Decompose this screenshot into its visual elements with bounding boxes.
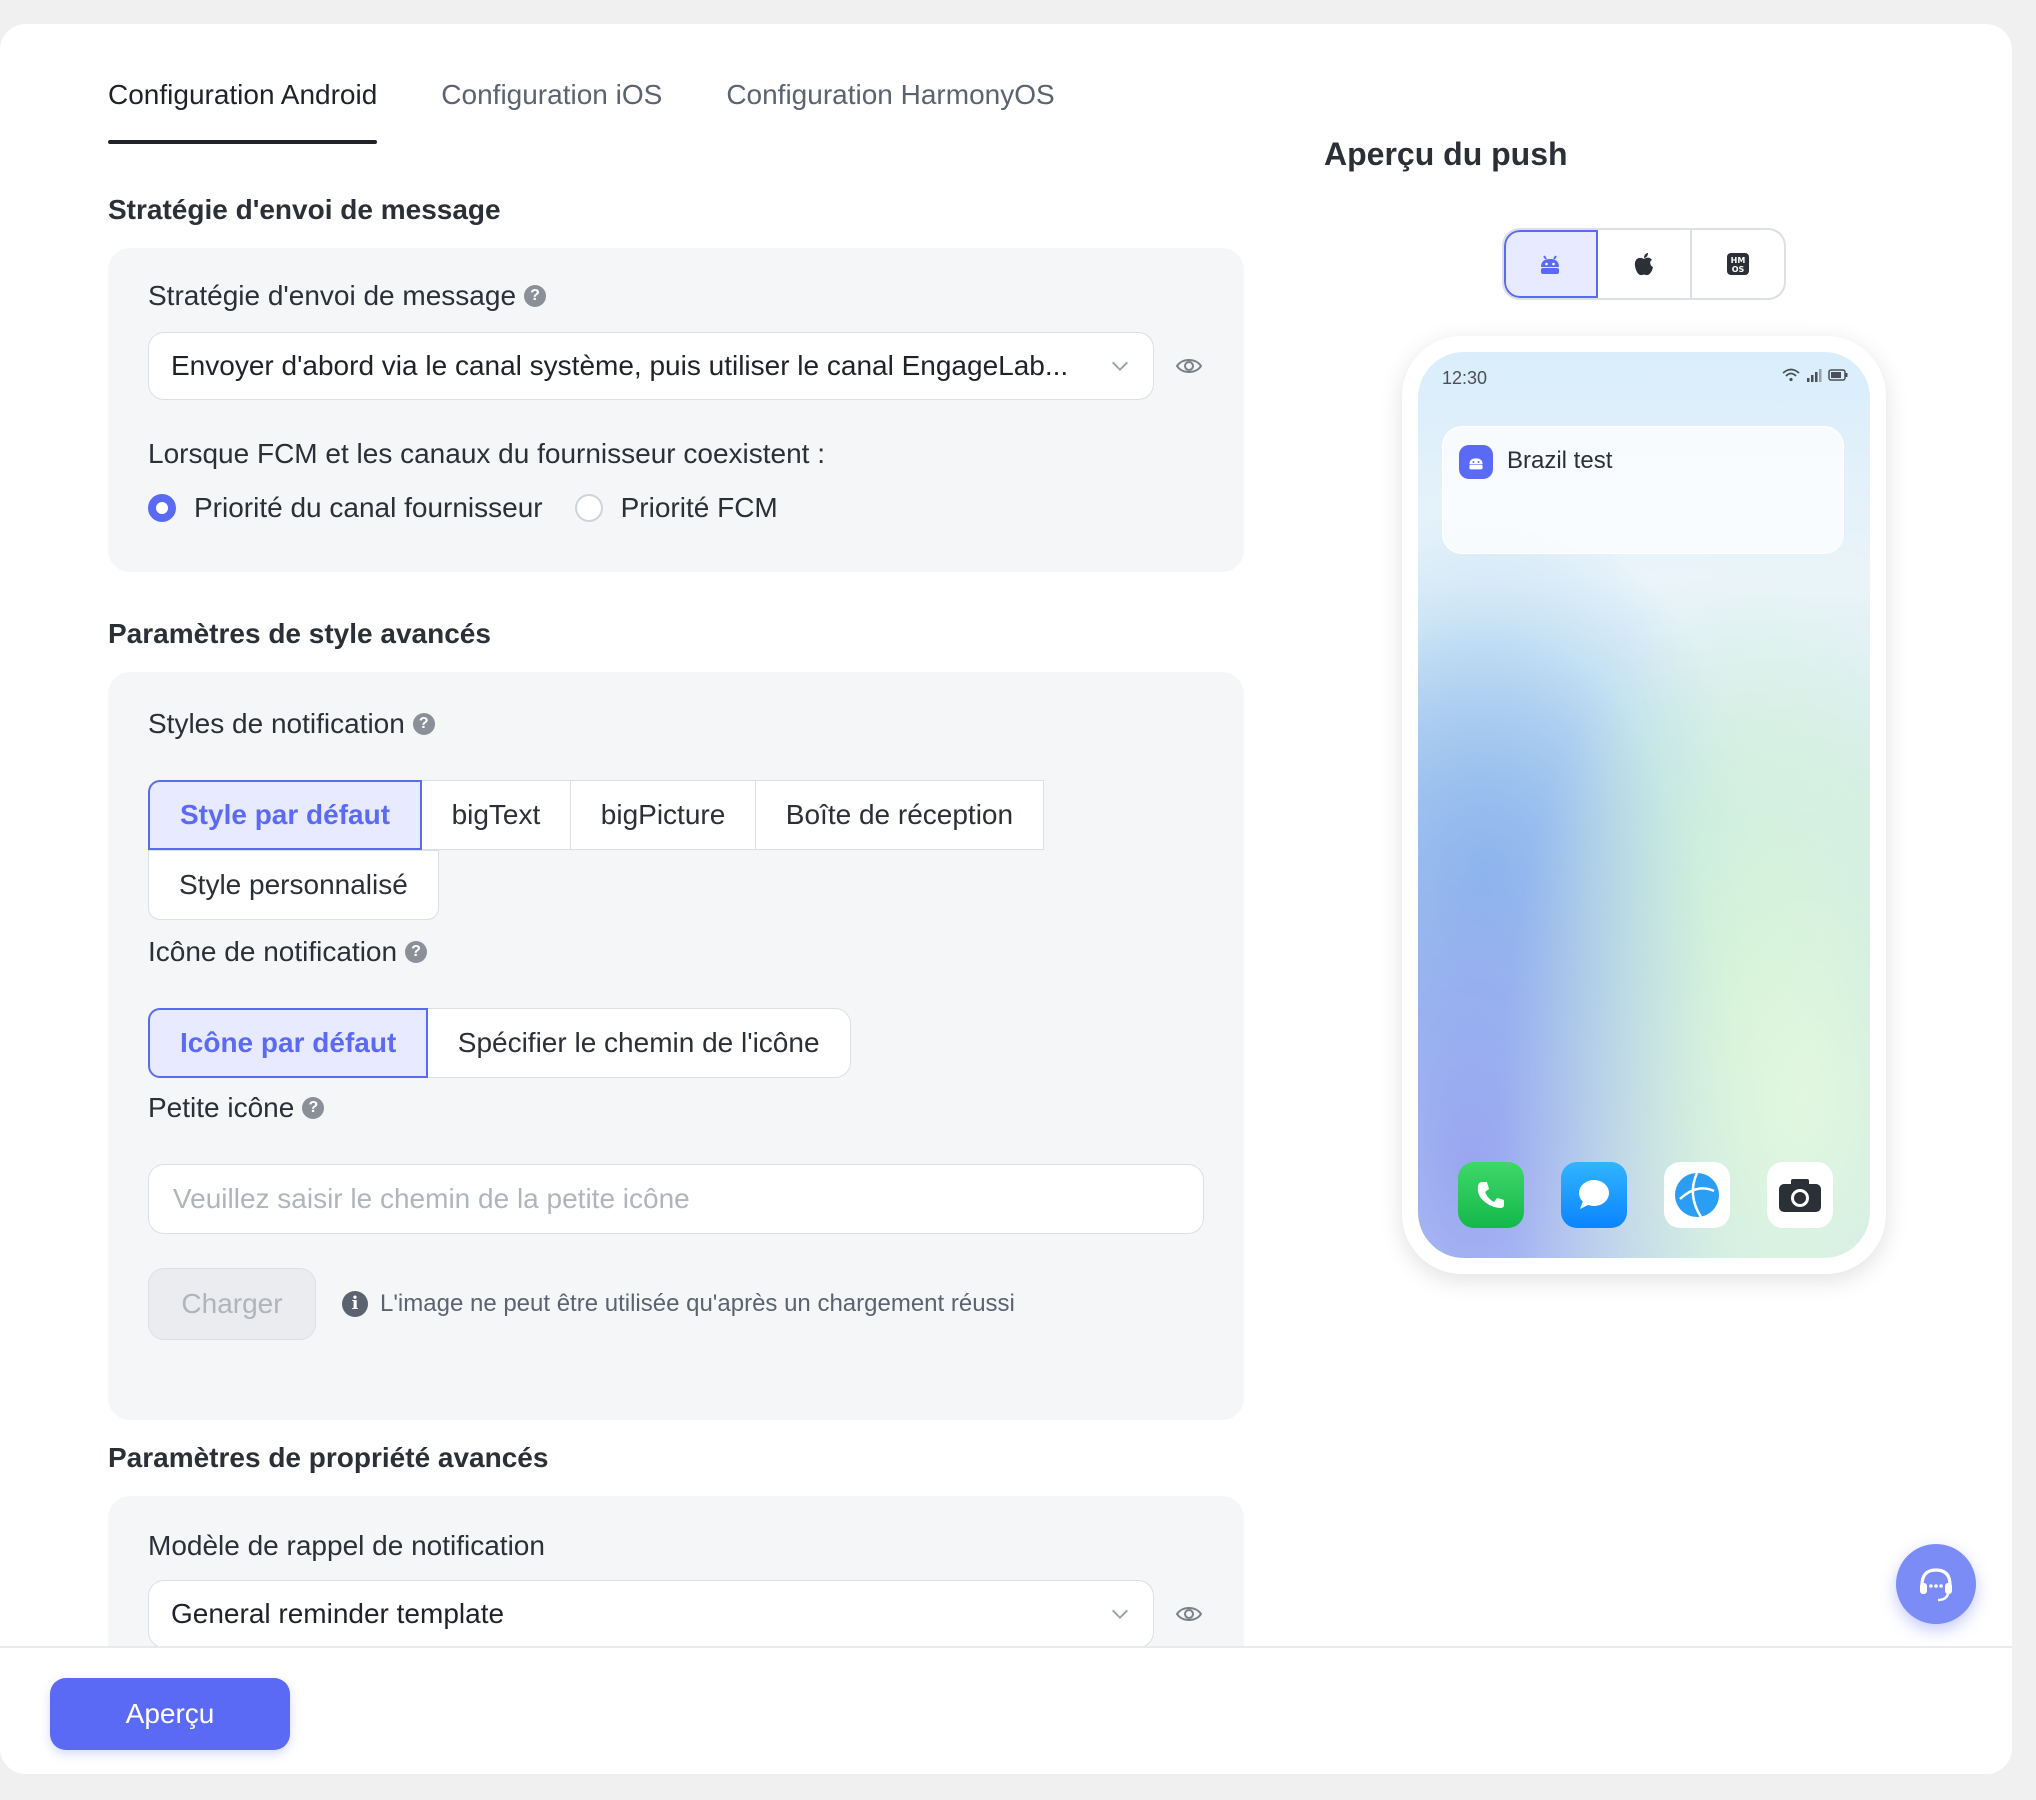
footer-bar — [0, 1648, 2012, 1774]
status-time: 12:30 — [1442, 368, 1488, 388]
small-icon-input[interactable]: Veuillez saisir le chemin de la petite i… — [148, 1164, 1204, 1234]
harmonyos-icon: HM OS — [1727, 253, 1749, 275]
property-section-title: Paramètres de propriété avancés — [108, 1442, 549, 1473]
support-button[interactable] — [1896, 1544, 1976, 1624]
notif-styles-label-text: Styles de notification — [148, 708, 405, 739]
tab-ios[interactable]: Configuration iOS — [441, 50, 662, 140]
phone-preview: 12:30 Brazil test — [1402, 336, 1886, 1274]
style-bigtext-button[interactable]: bigText — [420, 780, 572, 850]
phone-dock — [1458, 1162, 1833, 1228]
tab-android[interactable]: Configuration Android — [108, 50, 378, 144]
strategy-field-label-text: Stratégie d'envoi de message — [148, 280, 517, 311]
icon-path-button[interactable]: Spécifier le chemin de l'icône — [426, 1008, 851, 1078]
notif-icon-segment: Icône par défaut Spécifier le chemin de … — [148, 1008, 851, 1078]
battery-icon — [1828, 369, 1848, 381]
help-icon[interactable]: ? — [302, 1097, 325, 1119]
notif-icon-label-text: Icône de notification — [148, 936, 398, 967]
camera-app-icon[interactable] — [1767, 1162, 1833, 1228]
strategy-select-value: Envoyer d'abord via le canal système, pu… — [171, 350, 1069, 381]
android-icon — [1541, 255, 1559, 274]
globe-icon — [1675, 1172, 1719, 1218]
preview-os-switch: HM OS — [1502, 228, 1786, 300]
eye-icon[interactable] — [1174, 1599, 1204, 1629]
strategy-panel: Stratégie d'envoi de message ? Envoyer d… — [108, 248, 1244, 572]
tab-harmonyos[interactable]: Configuration HarmonyOS — [726, 50, 1054, 140]
style-section-title: Paramètres de style avancés — [108, 618, 491, 649]
help-icon[interactable]: ? — [405, 941, 428, 963]
coexist-label: Lorsque FCM et les canaux du fournisseur… — [148, 438, 826, 469]
camera-icon — [1779, 1179, 1821, 1212]
android-icon — [1469, 458, 1483, 470]
chevron-down-icon — [1112, 1609, 1128, 1619]
upload-hint: i L'image ne peut être utilisée qu'après… — [342, 1290, 1015, 1318]
chevron-down-icon — [1112, 361, 1128, 371]
strategy-select[interactable]: Envoyer d'abord via le canal système, pu… — [148, 332, 1154, 400]
notif-icon-label: Icône de notification ? — [148, 936, 428, 968]
status-icons — [1782, 368, 1848, 382]
notif-styles-label: Styles de notification ? — [148, 708, 435, 740]
reminder-label: Modèle de rappel de notification — [148, 1530, 545, 1561]
phone-handset-icon — [1477, 1182, 1504, 1208]
radio-vendor-priority[interactable] — [148, 494, 176, 522]
small-icon-label: Petite icône ? — [148, 1092, 325, 1124]
preview-android-button[interactable] — [1504, 230, 1598, 298]
small-icon-label-text: Petite icône — [148, 1092, 295, 1123]
radio-vendor-priority-label[interactable]: Priorité du canal fournisseur — [194, 492, 543, 524]
style-bigpicture-button[interactable]: bigPicture — [569, 780, 757, 850]
phone-app-icon[interactable] — [1458, 1162, 1524, 1228]
notification-title: Brazil test — [1507, 447, 1613, 474]
style-custom-button[interactable]: Style personnalisé — [148, 850, 439, 920]
strategy-field-label: Stratégie d'envoi de message ? — [148, 280, 547, 312]
help-icon[interactable]: ? — [524, 285, 547, 307]
info-icon: i — [342, 1291, 368, 1317]
phone-screen: 12:30 Brazil test — [1418, 352, 1870, 1258]
preview-ios-button[interactable] — [1598, 230, 1692, 298]
preview-harmonyos-button[interactable]: HM OS — [1692, 230, 1784, 298]
headset-icon — [1920, 1568, 1952, 1602]
style-inbox-button[interactable]: Boîte de réception — [754, 780, 1045, 850]
style-panel: Styles de notification ? Style par défau… — [108, 672, 1244, 1420]
style-default-button[interactable]: Style par défaut — [148, 780, 423, 850]
apple-icon — [1634, 253, 1653, 276]
reminder-select[interactable]: General reminder template — [148, 1580, 1154, 1648]
chat-bubble-icon — [1579, 1180, 1609, 1209]
reminder-select-value: General reminder template — [171, 1598, 505, 1629]
strategy-section-title: Stratégie d'envoi de message — [108, 194, 501, 225]
browser-app-icon[interactable] — [1664, 1162, 1730, 1228]
signal-icon — [1807, 369, 1822, 382]
notification-card[interactable]: Brazil test — [1442, 426, 1844, 554]
svg-text:OS: OS — [1732, 265, 1745, 274]
upload-hint-text: L'image ne peut être utilisée qu'après u… — [380, 1290, 1015, 1317]
upload-button[interactable]: Charger — [148, 1268, 316, 1340]
notification-app-icon — [1459, 445, 1493, 479]
platform-tabs: Configuration Android Configuration iOS … — [108, 50, 1119, 144]
radio-fcm-priority-label[interactable]: Priorité FCM — [621, 492, 778, 524]
radio-group-priority: Priorité du canal fournisseur Priorité F… — [148, 492, 778, 524]
help-icon[interactable]: ? — [412, 713, 435, 735]
wifi-icon — [1782, 368, 1800, 382]
radio-fcm-priority[interactable] — [574, 494, 603, 522]
main-card: Configuration Android Configuration iOS … — [0, 24, 2012, 1774]
preview-title: Aperçu du push — [1324, 136, 1568, 172]
preview-button[interactable]: Aperçu — [50, 1678, 290, 1750]
icon-default-button[interactable]: Icône par défaut — [148, 1008, 429, 1078]
eye-icon[interactable] — [1174, 351, 1204, 381]
messages-app-icon[interactable] — [1561, 1162, 1627, 1228]
notif-style-segment-row2: Style personnalisé — [148, 850, 439, 920]
notif-style-segment: Style par défaut bigText bigPicture Boît… — [148, 780, 1045, 850]
svg-text:HM: HM — [1731, 256, 1746, 265]
